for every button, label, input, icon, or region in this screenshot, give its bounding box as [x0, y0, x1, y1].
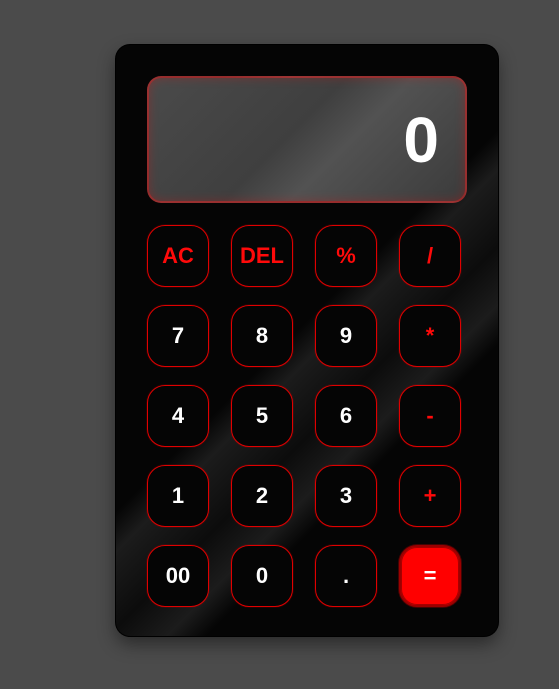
- digit-3-button[interactable]: 3: [315, 465, 377, 527]
- ac-button[interactable]: AC: [147, 225, 209, 287]
- percent-button[interactable]: %: [315, 225, 377, 287]
- digit-5-button[interactable]: 5: [231, 385, 293, 447]
- digit-9-button[interactable]: 9: [315, 305, 377, 367]
- digit-4-button[interactable]: 4: [147, 385, 209, 447]
- double-zero-button[interactable]: 00: [147, 545, 209, 607]
- digit-8-button[interactable]: 8: [231, 305, 293, 367]
- digit-2-button[interactable]: 2: [231, 465, 293, 527]
- divide-button[interactable]: /: [399, 225, 461, 287]
- digit-6-button[interactable]: 6: [315, 385, 377, 447]
- digit-1-button[interactable]: 1: [147, 465, 209, 527]
- del-button[interactable]: DEL: [231, 225, 293, 287]
- calculator: 0 AC DEL % / 7 8 9 * 4 5 6 - 1 2 3 + 00 …: [116, 45, 498, 636]
- equals-button[interactable]: =: [399, 545, 461, 607]
- multiply-button[interactable]: *: [399, 305, 461, 367]
- keypad: AC DEL % / 7 8 9 * 4 5 6 - 1 2 3 + 00 0 …: [147, 225, 461, 607]
- display-screen: 0: [147, 76, 467, 203]
- minus-button[interactable]: -: [399, 385, 461, 447]
- display-value: 0: [403, 104, 439, 176]
- digit-7-button[interactable]: 7: [147, 305, 209, 367]
- decimal-button[interactable]: .: [315, 545, 377, 607]
- plus-button[interactable]: +: [399, 465, 461, 527]
- digit-0-button[interactable]: 0: [231, 545, 293, 607]
